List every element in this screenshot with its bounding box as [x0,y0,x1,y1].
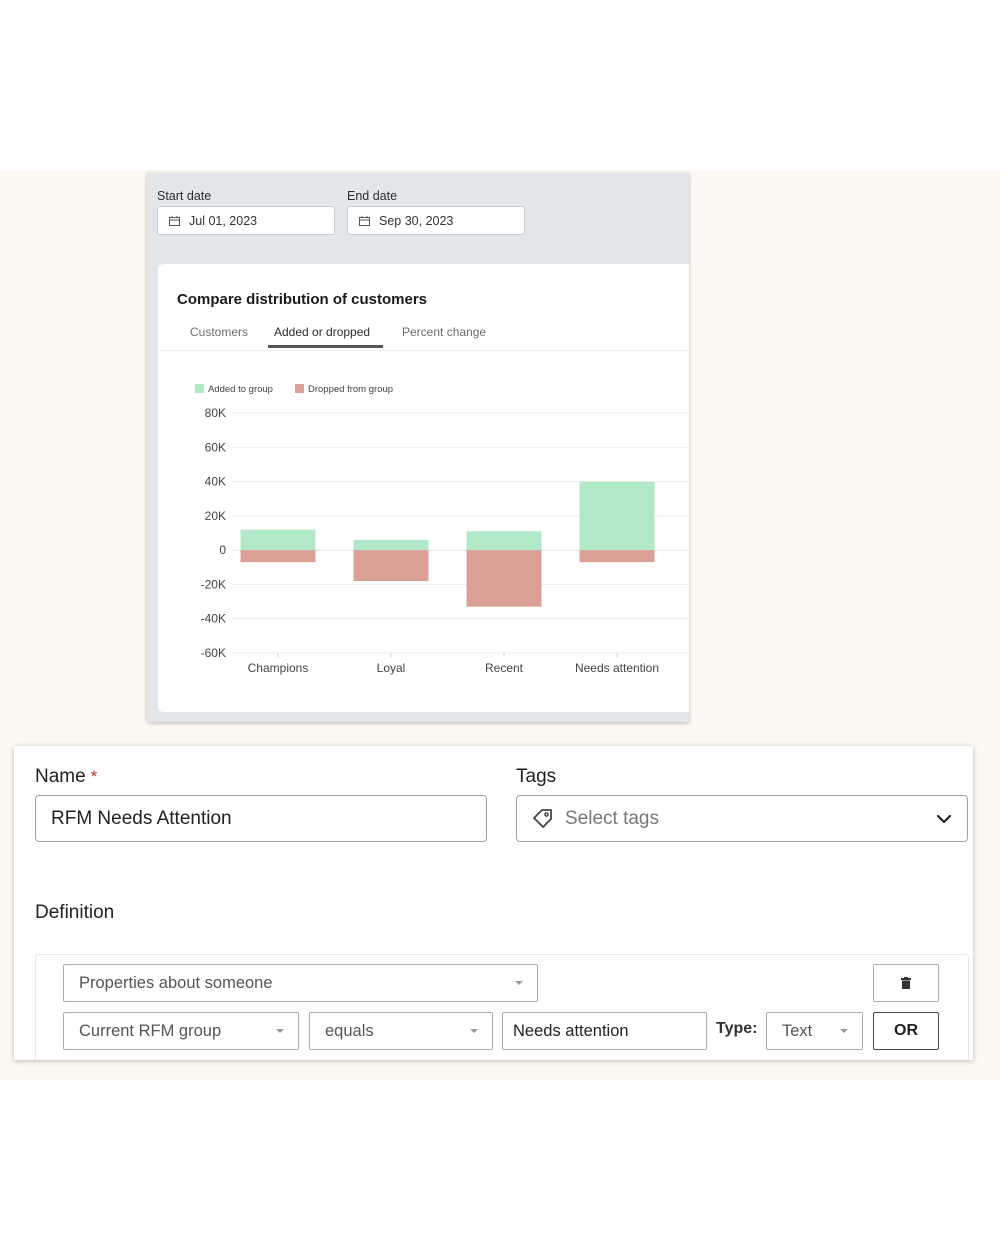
end-date-label: End date [347,189,398,203]
tags-label: Tags [516,766,557,787]
calendar-icon [359,215,370,226]
x-tick-label: Needs attention [575,661,659,675]
legend-label: Dropped from group [308,384,393,395]
bar [353,539,429,551]
end-date-input[interactable]: Sep 30, 2023 [347,206,525,235]
y-tick-label: 20K [205,509,226,523]
start-date-group: Start date Jul 01, 2023 [157,189,335,235]
property-value: Current RFM group [79,1021,222,1040]
or-button-label: OR [894,1022,918,1039]
end-date-group: End date Sep 30, 2023 [347,189,525,235]
operator-value: equals [325,1021,374,1040]
y-tick-label: 80K [205,406,226,420]
calendar-icon [169,215,180,226]
condition-type-value: Properties about someone [79,973,273,992]
value-input-text: Needs attention [513,1021,629,1040]
value-input[interactable]: Needs attention [502,1012,707,1050]
bar [466,531,542,551]
caret-down-icon [840,1029,848,1033]
tags-select[interactable]: Select tags [516,795,968,842]
start-date-value: Jul 01, 2023 [189,213,258,228]
caret-down-icon [276,1029,284,1033]
tags-placeholder: Select tags [565,807,659,829]
y-tick-label: -20K [201,577,226,591]
definition-label: Definition [35,902,115,923]
report-panel: Start date Jul 01, 2023 End date Sep 30,… [147,173,689,722]
condition-type-select[interactable]: Properties about someone [63,964,538,1002]
caret-down-icon [470,1029,478,1033]
bar [353,550,429,581]
end-date-value: Sep 30, 2023 [379,213,454,228]
y-tick-label: -40K [201,612,226,626]
x-tick-label: Recent [485,661,524,675]
name-label-text: Name [35,766,86,787]
start-date-input[interactable]: Jul 01, 2023 [157,206,335,235]
bar [240,529,316,551]
name-input[interactable]: RFM Needs Attention [35,795,487,842]
y-tick-label: 60K [205,440,226,454]
x-tick-label: Champions [248,661,309,675]
type-label: Type: [716,1020,758,1037]
name-input-value: RFM Needs Attention [51,807,232,829]
y-tick-label: -60K [201,646,226,660]
legend-swatch [195,384,204,393]
start-date-label: Start date [157,189,212,203]
or-button[interactable]: OR [873,1012,939,1050]
type-select[interactable]: Text [766,1012,863,1050]
legend-label: Added to group [208,384,273,395]
bar [579,481,655,551]
y-tick-label: 0 [219,543,226,557]
tag-icon [531,807,555,831]
bar [466,550,542,607]
bar [240,550,316,563]
trash-icon [901,977,911,989]
operator-select[interactable]: equals [309,1012,493,1050]
bar [579,550,655,563]
type-value: Text [782,1021,813,1040]
legend-swatch [295,384,304,393]
property-select[interactable]: Current RFM group [63,1012,299,1050]
name-label: Name * [35,766,97,788]
chevron-down-icon[interactable] [935,810,953,834]
caret-down-icon [515,981,523,985]
chart-card: Compare distribution of customers Custom… [158,264,689,712]
y-tick-label: 40K [205,475,226,489]
x-tick-label: Loyal [377,661,406,675]
delete-condition-button[interactable] [873,964,939,1002]
segment-form: Name * RFM Needs Attention Tags Select ta… [14,746,973,1060]
added-dropped-chart: 80K 60K 40K 20K 0 -20K -40K -60K Added to group D… [195,384,689,675]
required-mark: * [90,767,98,786]
